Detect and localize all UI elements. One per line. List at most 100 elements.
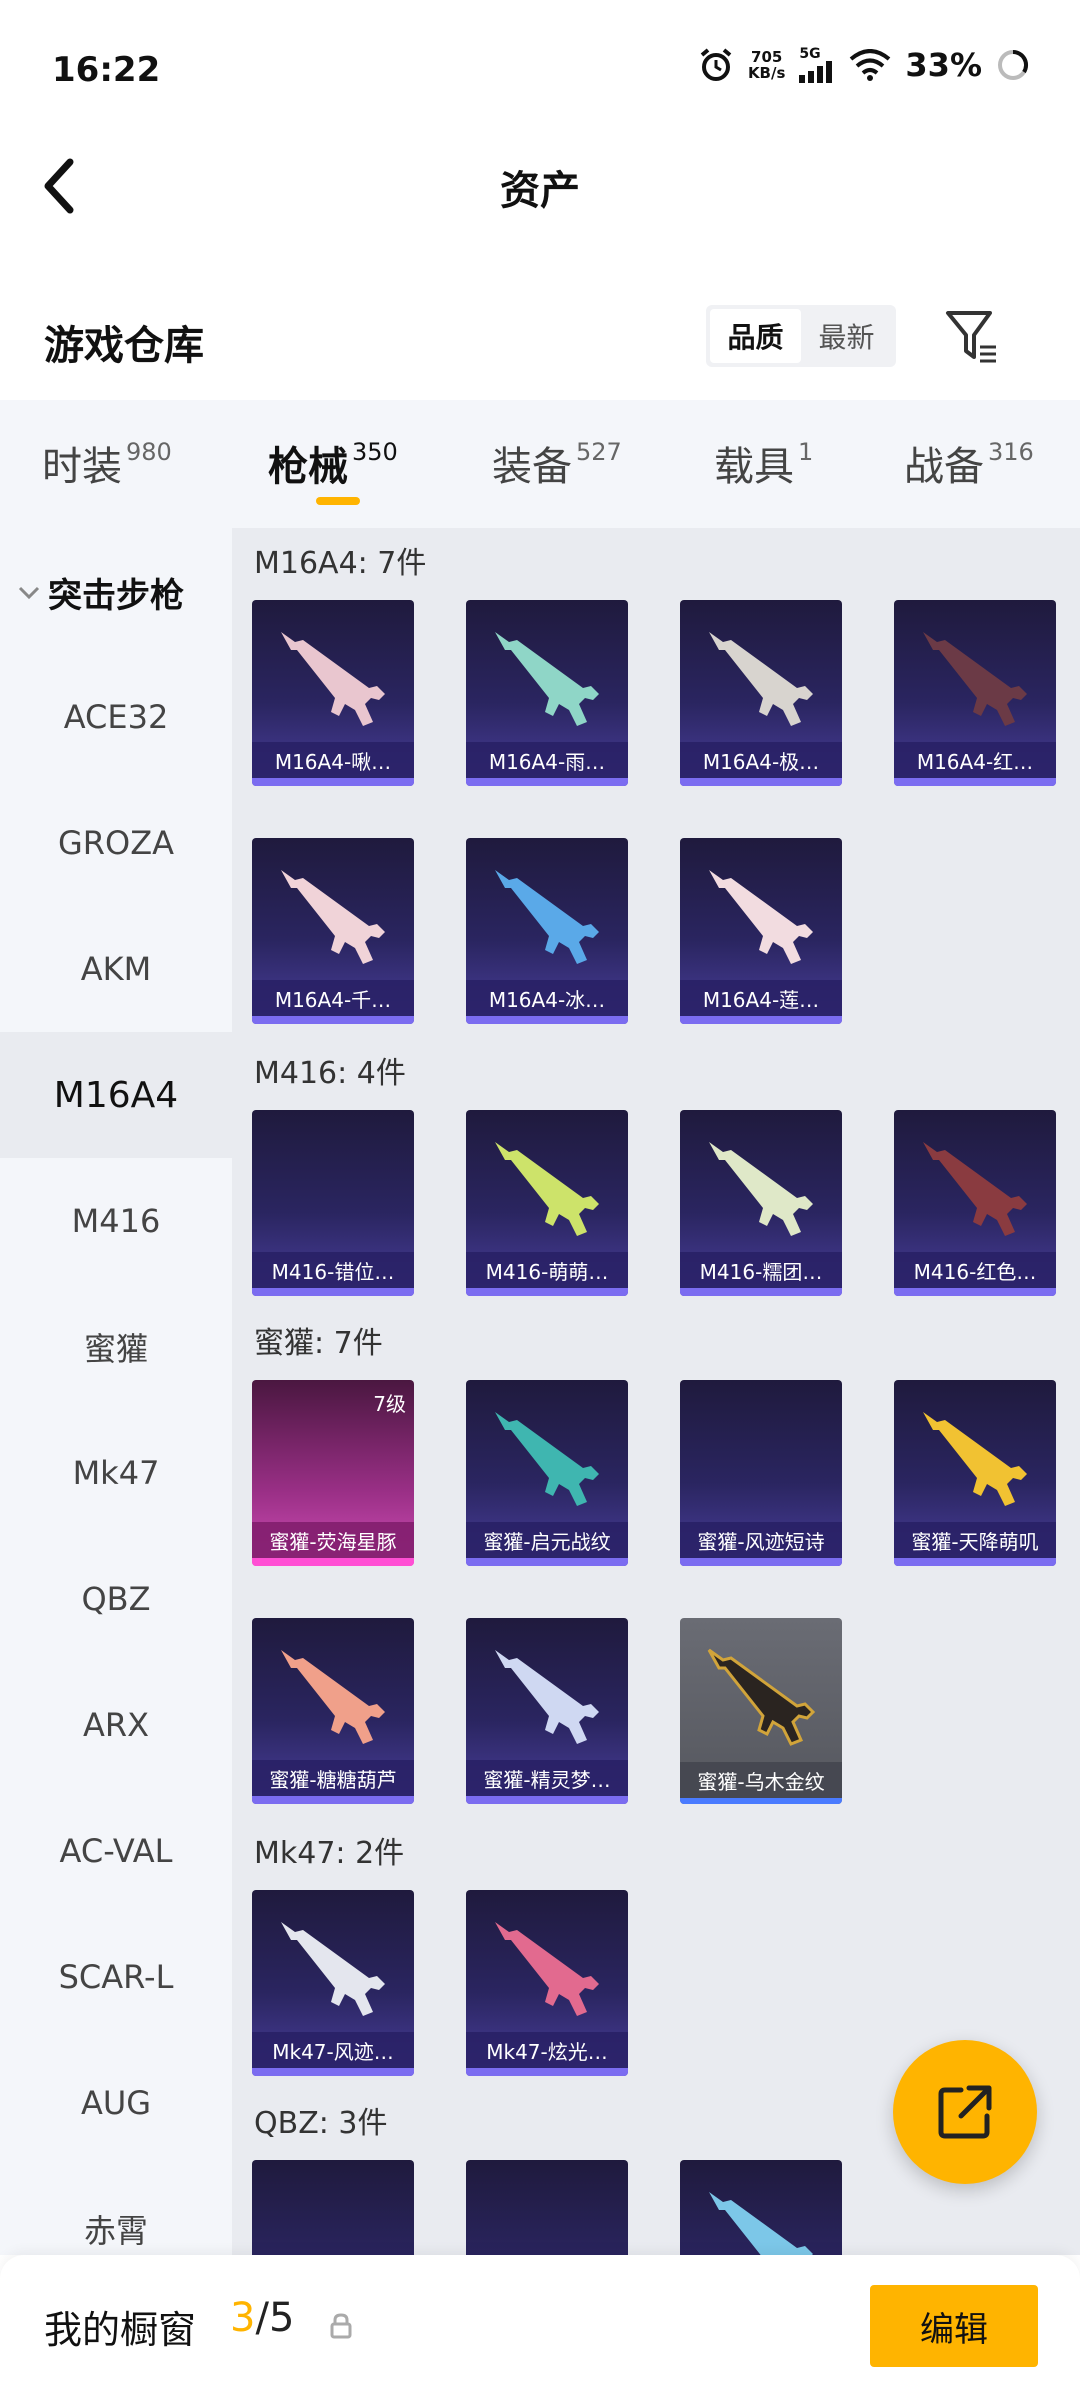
weapon-sidebar: 突击步枪 ACE32 GROZA AKM M16A4 M416 蜜獾 Mk47 … — [0, 528, 232, 2255]
edit-button[interactable]: 编辑 — [870, 2285, 1038, 2367]
skin-card[interactable]: 蜜獾-精灵梦… — [466, 1618, 628, 1804]
sidebar-item-honey-badger[interactable]: 蜜獾 — [0, 1284, 232, 1410]
rifle-icon — [281, 1922, 385, 2016]
status-time: 16:22 — [52, 50, 161, 90]
skin-name: 蜜獾-启元战纹 — [466, 1522, 628, 1558]
wifi-icon — [850, 49, 891, 81]
section-title-mk47: Mk47: 2件 — [254, 1836, 405, 1871]
battery-icon — [998, 49, 1029, 80]
skin-card[interactable]: Mk47-炫光… — [466, 1890, 628, 2076]
cell-signal: 5G — [799, 47, 835, 83]
skin-name: M16A4-千… — [252, 980, 414, 1016]
weapon-grid: M16A4: 7件 M16A4-啾… M16A4-雨… M16A4-极… M16… — [232, 528, 1080, 2255]
tab-firearms[interactable]: 枪械 350 — [268, 434, 398, 492]
skin-card[interactable]: 蜜獾-乌木金纹 — [680, 1618, 842, 1804]
rifle-icon — [923, 1412, 1027, 1506]
skin-card[interactable]: Mk47-风迹… — [252, 1890, 414, 2076]
tab-vehicles[interactable]: 载具 1 — [714, 434, 813, 492]
skin-card[interactable]: 蜜獾-风迹短诗 — [680, 1380, 842, 1566]
rifle-icon — [281, 870, 385, 964]
status-bar: 16:22 705 KB/s 5G 33% — [0, 0, 1080, 140]
sidebar-item-scar-l[interactable]: SCAR-L — [0, 1914, 232, 2040]
sidebar-item-akm[interactable]: AKM — [0, 906, 232, 1032]
skin-card[interactable]: M16A4-啾… — [252, 600, 414, 786]
rifle-icon — [495, 1142, 599, 1236]
tab-supplies[interactable]: 战备 316 — [904, 434, 1034, 492]
sidebar-item-aug[interactable]: AUG — [0, 2040, 232, 2166]
section-title-m416: M416: 4件 — [254, 1056, 406, 1091]
rifle-icon — [709, 1142, 813, 1236]
skin-name: M16A4-红… — [894, 742, 1056, 778]
skin-name: Mk47-炫光… — [466, 2032, 628, 2068]
skin-card[interactable]: M416-萌萌… — [466, 1110, 628, 1296]
sort-newest-button[interactable]: 最新 — [801, 309, 892, 363]
status-icons: 705 KB/s 5G 33% — [698, 46, 1030, 84]
tab-fashion[interactable]: 时装 980 — [42, 434, 172, 492]
section-title-honey-badger: 蜜獾: 7件 — [254, 1326, 383, 1361]
skin-card[interactable] — [466, 2160, 628, 2255]
rifle-icon — [709, 870, 813, 964]
sidebar-item-groza[interactable]: GROZA — [0, 780, 232, 906]
signal-icon — [799, 61, 833, 83]
sidebar-item-m16a4[interactable]: M16A4 — [0, 1032, 232, 1158]
skin-card[interactable]: M16A4-千… — [252, 838, 414, 1024]
tab-count: 527 — [576, 438, 622, 466]
skin-card[interactable]: M416-错位… — [252, 1110, 414, 1296]
skin-card[interactable] — [680, 2160, 842, 2255]
skin-card[interactable]: M16A4-莲… — [680, 838, 842, 1024]
rifle-icon — [923, 1142, 1027, 1236]
network-type: 5G — [799, 46, 821, 62]
filter-icon[interactable] — [944, 307, 1000, 367]
skin-card[interactable]: 7级 蜜獾-荧海星豚 — [252, 1380, 414, 1566]
sidebar-item-chixiao[interactable]: 赤霄 — [0, 2166, 232, 2255]
sidebar-item-ac-val[interactable]: AC-VAL — [0, 1788, 232, 1914]
rifle-icon — [281, 1650, 385, 1744]
skin-name: 蜜獾-糖糖葫芦 — [252, 1760, 414, 1796]
sidebar-item-qbz[interactable]: QBZ — [0, 1536, 232, 1662]
skin-name: 蜜獾-风迹短诗 — [680, 1522, 842, 1558]
skin-card[interactable]: 蜜獾-启元战纹 — [466, 1380, 628, 1566]
skin-name: M416-错位… — [252, 1252, 414, 1288]
skin-card[interactable]: M16A4-冰… — [466, 838, 628, 1024]
skin-card[interactable]: M16A4-极… — [680, 600, 842, 786]
skin-card[interactable]: 蜜獾-天降萌叽 — [894, 1380, 1056, 1566]
sort-quality-button[interactable]: 品质 — [710, 309, 801, 363]
category-tabs: 时装 980 枪械 350 装备 527 载具 1 战备 316 — [0, 400, 1080, 528]
showcase-label: 我的橱窗 — [44, 2308, 197, 2352]
rifle-icon — [495, 1922, 599, 2016]
net-speed-value: 705 — [751, 48, 783, 66]
showcase-bar: 我的橱窗 3/5 编辑 — [0, 2255, 1080, 2400]
skin-card[interactable]: 蜜獾-糖糖葫芦 — [252, 1618, 414, 1804]
sidebar-item-arx[interactable]: ARX — [0, 1662, 232, 1788]
sidebar-item-m416[interactable]: M416 — [0, 1158, 232, 1284]
skin-card[interactable]: M416-糯团… — [680, 1110, 842, 1296]
tab-count: 316 — [988, 438, 1034, 466]
skin-name: 蜜獾-乌木金纹 — [680, 1762, 842, 1798]
skin-card[interactable] — [252, 2160, 414, 2255]
skin-name: Mk47-风迹… — [252, 2032, 414, 2068]
tab-equipment[interactable]: 装备 527 — [492, 434, 622, 492]
skin-card[interactable]: M16A4-红… — [894, 600, 1056, 786]
tab-label: 战备 — [904, 444, 984, 490]
skin-name: M16A4-雨… — [466, 742, 628, 778]
sidebar-item-mk47[interactable]: Mk47 — [0, 1410, 232, 1536]
rifle-icon — [495, 632, 599, 726]
tab-label: 载具 — [714, 444, 794, 490]
skin-card[interactable]: M416-红色… — [894, 1110, 1056, 1296]
share-fab[interactable] — [893, 2040, 1037, 2184]
skin-name: M416-糯团… — [680, 1252, 842, 1288]
rifle-icon — [495, 1412, 599, 1506]
warehouse-header: 游戏仓库 品质 最新 — [0, 295, 1080, 385]
rifle-icon — [709, 632, 813, 726]
skin-card[interactable]: M16A4-雨… — [466, 600, 628, 786]
sort-toggle: 品质 最新 — [706, 305, 896, 367]
rifle-icon — [709, 2192, 813, 2255]
battery-level: 33% — [905, 46, 982, 84]
page-title: 资产 — [500, 168, 580, 214]
lock-icon — [330, 2313, 352, 2339]
skin-name: M16A4-莲… — [680, 980, 842, 1016]
sidebar-item-ace32[interactable]: ACE32 — [0, 654, 232, 780]
rifle-icon — [923, 632, 1027, 726]
skin-name: 蜜獾-精灵梦… — [466, 1760, 628, 1796]
sidebar-group-assault-rifle[interactable]: 突击步枪 — [18, 568, 184, 617]
